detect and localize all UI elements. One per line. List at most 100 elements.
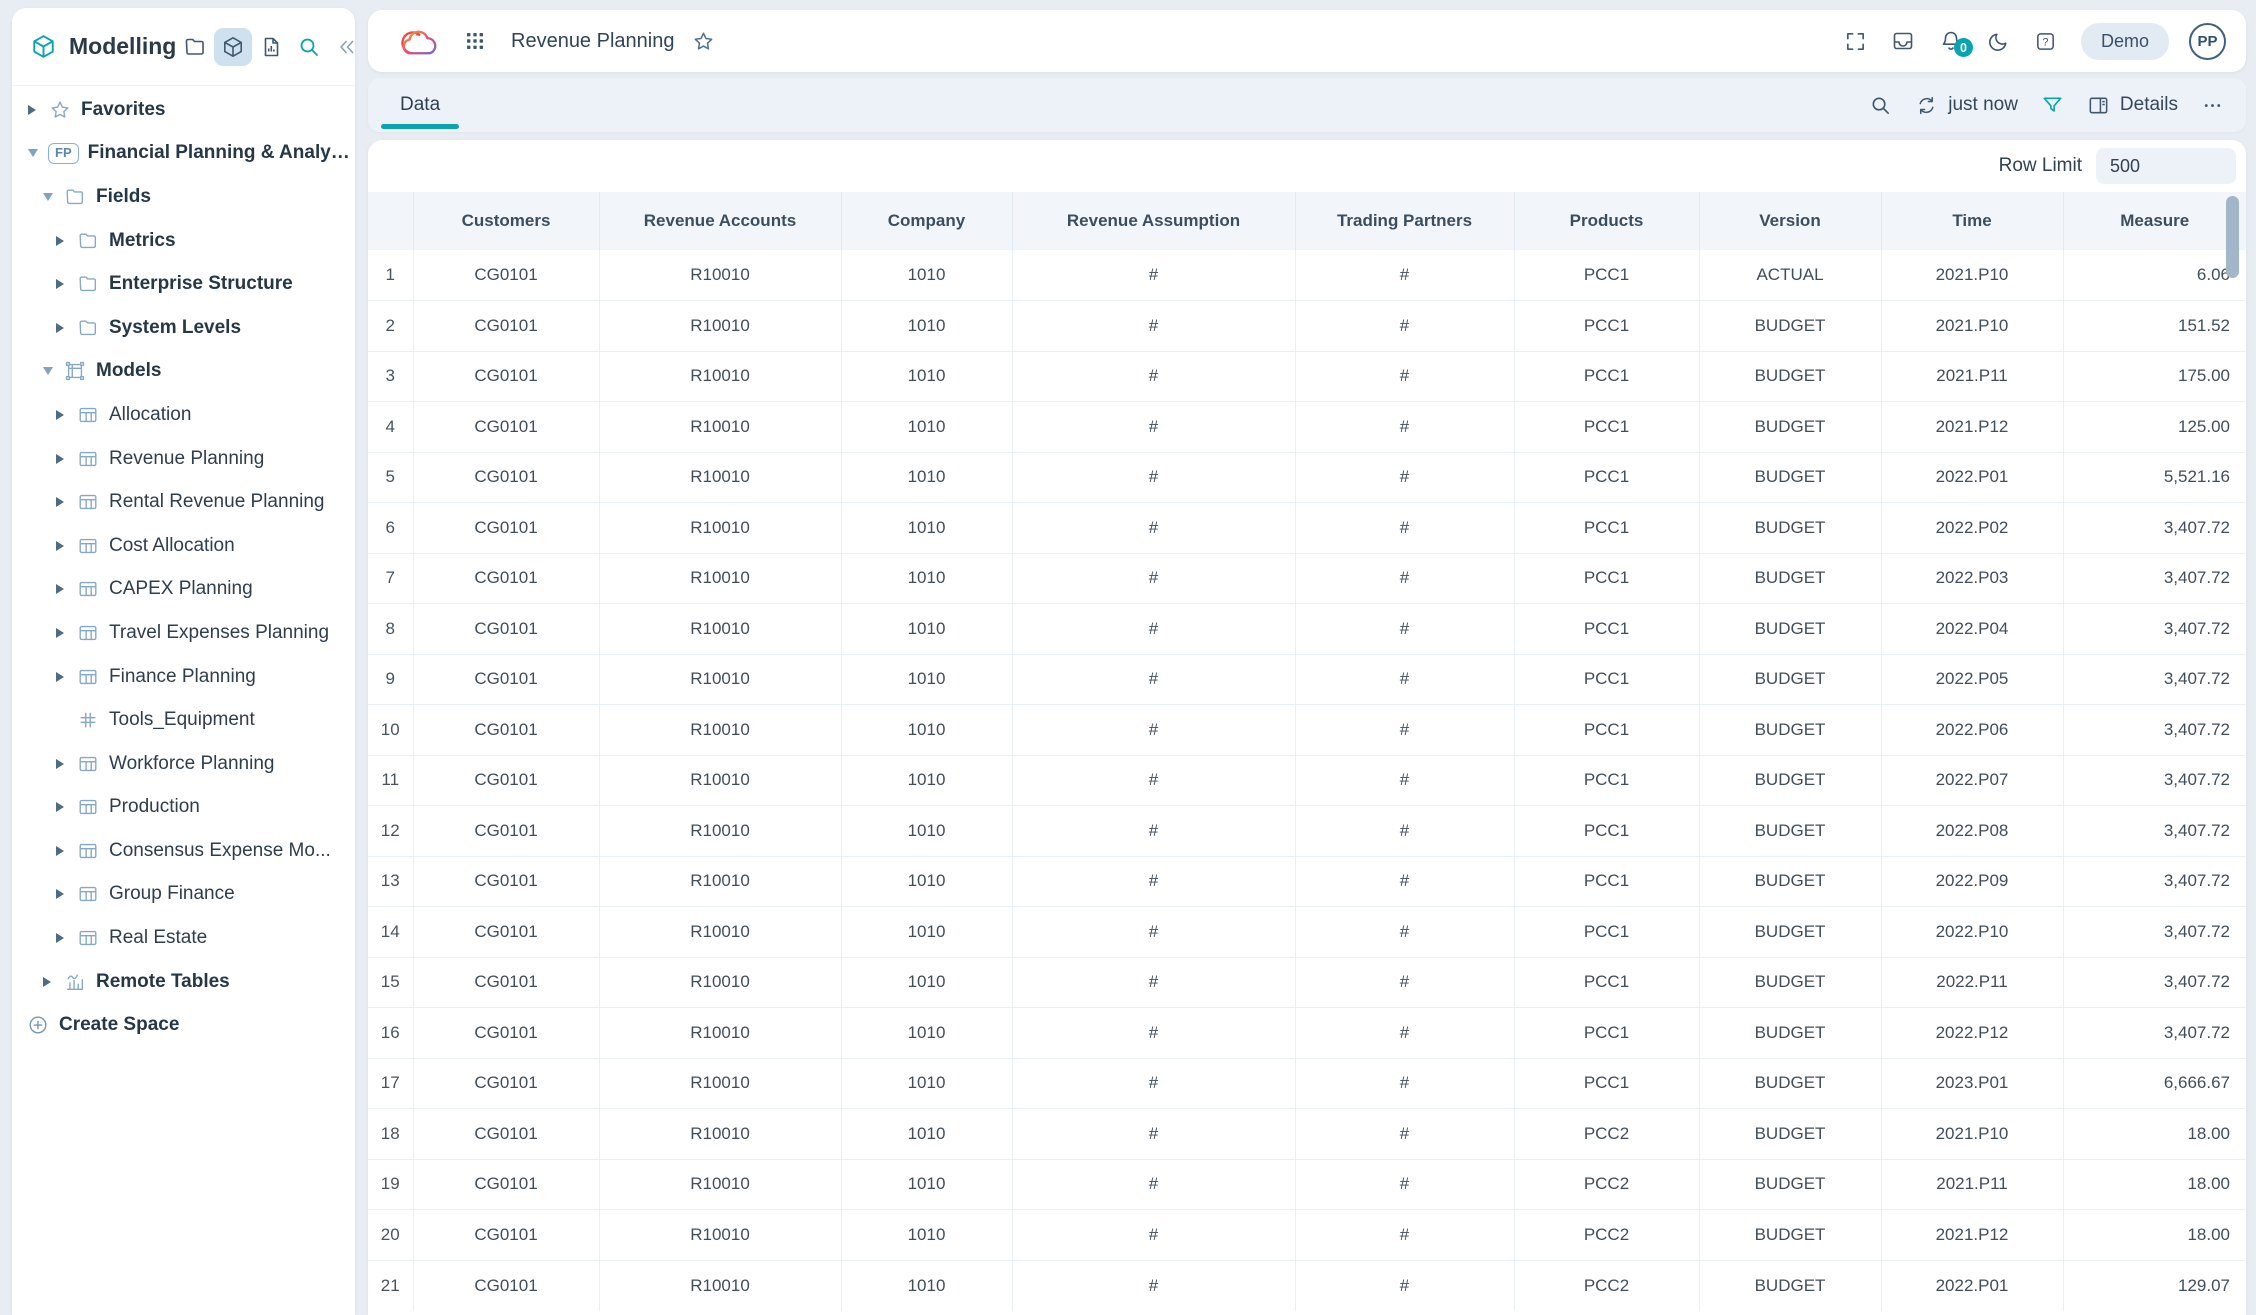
cell-revenue-accounts[interactable]: R10010 [599,1159,841,1210]
cell-time[interactable]: 2021.P10 [1881,1109,2063,1160]
cell-version[interactable]: BUDGET [1699,705,1881,756]
cell-revenue-assumption[interactable]: # [1012,1109,1295,1160]
sidebar-item-allocation[interactable]: Allocation [12,393,355,437]
cell-revenue-assumption[interactable]: # [1012,654,1295,705]
filter-funnel-icon[interactable] [2041,94,2064,117]
sidebar-item-fields[interactable]: Fields [12,175,355,219]
collapsed-arrow-icon[interactable] [56,846,71,856]
column-header-revenue-assumption[interactable]: Revenue Assumption [1012,192,1295,250]
cell-revenue-accounts[interactable]: R10010 [599,503,841,554]
cell-trading-partners[interactable]: # [1295,351,1514,402]
sidebar-item-tools-equipment[interactable]: Tools_Equipment [12,698,355,742]
cell-customers[interactable]: CG0101 [413,604,599,655]
table-search-icon[interactable] [1869,94,1892,117]
collapsed-arrow-icon[interactable] [56,802,71,812]
sidebar-item-models[interactable]: Models [12,350,355,394]
collapsed-arrow-icon[interactable] [28,105,43,115]
cell-time[interactable]: 2022.P08 [1881,806,2063,857]
cell-revenue-accounts[interactable]: R10010 [599,1008,841,1059]
cell-company[interactable]: 1010 [841,503,1012,554]
cell-company[interactable]: 1010 [841,1008,1012,1059]
cell-version[interactable]: BUDGET [1699,301,1881,352]
collapsed-arrow-icon[interactable] [56,672,71,682]
cell-customers[interactable]: CG0101 [413,452,599,503]
collapsed-arrow-icon[interactable] [56,236,71,246]
cell-measure[interactable]: 129.07 [2063,1260,2246,1311]
cell-customers[interactable]: CG0101 [413,654,599,705]
cell-trading-partners[interactable]: # [1295,452,1514,503]
cell-version[interactable]: BUDGET [1699,1109,1881,1160]
cell-revenue-accounts[interactable]: R10010 [599,452,841,503]
cell-measure[interactable]: 18.00 [2063,1159,2246,1210]
row-number-cell[interactable]: 16 [368,1008,413,1059]
cell-company[interactable]: 1010 [841,957,1012,1008]
cell-trading-partners[interactable]: # [1295,1109,1514,1160]
cell-revenue-assumption[interactable]: # [1012,705,1295,756]
cell-revenue-assumption[interactable]: # [1012,907,1295,958]
cell-revenue-assumption[interactable]: # [1012,957,1295,1008]
cell-customers[interactable]: CG0101 [413,856,599,907]
cell-measure[interactable]: 3,407.72 [2063,553,2246,604]
row-number-cell[interactable]: 18 [368,1109,413,1160]
details-button[interactable]: Details [2087,94,2178,117]
sidebar-item-group-finance[interactable]: Group Finance [12,873,355,917]
sidebar-item-rental-revenue-planning[interactable]: Rental Revenue Planning [12,480,355,524]
cell-trading-partners[interactable]: # [1295,907,1514,958]
cell-time[interactable]: 2022.P03 [1881,553,2063,604]
cell-time[interactable]: 2021.P10 [1881,301,2063,352]
cell-version[interactable]: BUDGET [1699,503,1881,554]
cell-revenue-assumption[interactable]: # [1012,806,1295,857]
row-number-cell[interactable]: 3 [368,351,413,402]
cell-customers[interactable]: CG0101 [413,1260,599,1311]
cell-revenue-assumption[interactable]: # [1012,351,1295,402]
cell-customers[interactable]: CG0101 [413,503,599,554]
cell-products[interactable]: PCC2 [1514,1260,1699,1311]
cell-measure[interactable]: 5,521.16 [2063,452,2246,503]
cell-measure[interactable]: 6.06 [2063,250,2246,301]
cell-measure[interactable]: 151.52 [2063,301,2246,352]
cell-company[interactable]: 1010 [841,856,1012,907]
collapsed-arrow-icon[interactable] [56,584,71,594]
app-switcher-icon[interactable] [463,29,487,53]
cell-trading-partners[interactable]: # [1295,957,1514,1008]
cell-trading-partners[interactable]: # [1295,503,1514,554]
create-space-button[interactable]: Create Space [12,1003,355,1047]
cell-products[interactable]: PCC1 [1514,856,1699,907]
column-header-products[interactable]: Products [1514,192,1699,250]
column-header-time[interactable]: Time [1881,192,2063,250]
cell-version[interactable]: BUDGET [1699,806,1881,857]
row-number-cell[interactable]: 10 [368,705,413,756]
cell-customers[interactable]: CG0101 [413,1008,599,1059]
cell-revenue-accounts[interactable]: R10010 [599,553,841,604]
cell-revenue-assumption[interactable]: # [1012,1008,1295,1059]
column-header-customers[interactable]: Customers [413,192,599,250]
cell-trading-partners[interactable]: # [1295,654,1514,705]
column-header-revenue-accounts[interactable]: Revenue Accounts [599,192,841,250]
row-number-cell[interactable]: 19 [368,1159,413,1210]
collapsed-arrow-icon[interactable] [56,759,71,769]
cell-revenue-accounts[interactable]: R10010 [599,1260,841,1311]
cell-version[interactable]: BUDGET [1699,957,1881,1008]
column-header-measure[interactable]: Measure [2063,192,2246,250]
cell-products[interactable]: PCC1 [1514,301,1699,352]
inbox-tray-icon[interactable] [1891,29,1915,53]
cell-company[interactable]: 1010 [841,907,1012,958]
cell-revenue-assumption[interactable]: # [1012,402,1295,453]
row-number-cell[interactable]: 2 [368,301,413,352]
cell-customers[interactable]: CG0101 [413,806,599,857]
vertical-scrollbar-thumb[interactable] [2226,196,2239,278]
collapsed-arrow-icon[interactable] [56,454,71,464]
row-number-cell[interactable]: 14 [368,907,413,958]
cell-products[interactable]: PCC1 [1514,452,1699,503]
cell-trading-partners[interactable]: # [1295,250,1514,301]
cell-time[interactable]: 2022.P01 [1881,1260,2063,1311]
cell-measure[interactable]: 3,407.72 [2063,654,2246,705]
sidebar-item-production[interactable]: Production [12,786,355,830]
cell-products[interactable]: PCC2 [1514,1159,1699,1210]
cell-version[interactable]: BUDGET [1699,1260,1881,1311]
cell-customers[interactable]: CG0101 [413,1058,599,1109]
collapsed-arrow-icon[interactable] [56,889,71,899]
cell-time[interactable]: 2021.P12 [1881,1210,2063,1261]
row-number-cell[interactable]: 15 [368,957,413,1008]
cell-trading-partners[interactable]: # [1295,604,1514,655]
